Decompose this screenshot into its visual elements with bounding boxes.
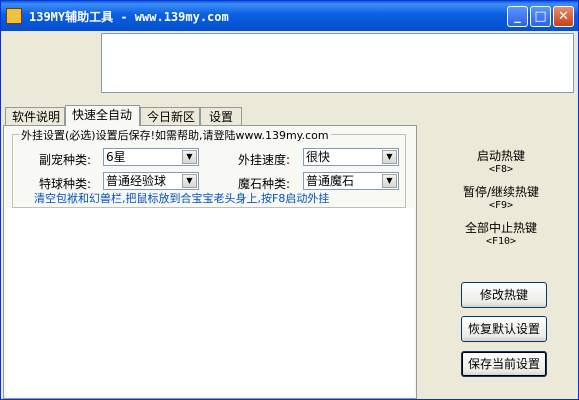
restore-defaults-button[interactable]: 恢复默认设置 — [461, 316, 547, 342]
chevron-down-icon[interactable]: ▼ — [382, 150, 397, 164]
pause-hotkey-label: 暂停/继续热键 — [462, 185, 540, 199]
start-hotkey-info: 启动热键 <F8> — [441, 149, 561, 177]
ball-type-value: 普通经验球 — [106, 174, 167, 188]
pause-hotkey-info: 暂停/继续热键 <F9> — [441, 185, 561, 213]
maximize-icon: □ — [534, 9, 547, 24]
modify-hotkey-button[interactable]: 修改热键 — [461, 282, 547, 308]
app-icon — [6, 8, 22, 24]
title-bar[interactable]: 139MY辅助工具 - www.139my.com _ □ ✕ — [1, 1, 578, 31]
stop-hotkey-info: 全部中止热键 <F10> — [441, 221, 561, 249]
stop-hotkey-key: <F10> — [485, 236, 517, 247]
instruction-hint: 清空包袱和幻兽栏,把鼠标放到合宝宝老头身上,按F8启动外挂 — [34, 192, 330, 205]
speed-select[interactable]: 很快 ▼ — [303, 148, 399, 166]
stone-type-select[interactable]: 普通魔石 ▼ — [303, 172, 399, 190]
pause-hotkey-key: <F9> — [488, 200, 514, 211]
pet-type-value: 6星 — [106, 150, 126, 164]
settings-group-legend: 外挂设置(必选)设置后保存!如需帮助,请登陆www.139my.com — [19, 127, 331, 143]
maximize-button[interactable]: □ — [530, 6, 551, 27]
minimize-button[interactable]: _ — [507, 6, 528, 27]
log-area[interactable] — [6, 208, 414, 396]
start-hotkey-label: 启动热键 — [476, 149, 525, 163]
chevron-down-icon[interactable]: ▼ — [182, 174, 197, 188]
pet-type-select[interactable]: 6星 ▼ — [103, 148, 199, 166]
tab-software-info[interactable]: 软件说明 — [5, 107, 65, 125]
tab-new-servers[interactable]: 今日新区 — [140, 107, 200, 125]
stop-hotkey-label: 全部中止热键 — [464, 221, 537, 235]
speed-label: 外挂速度: — [238, 153, 291, 167]
stone-type-value: 普通魔石 — [306, 174, 355, 188]
client-area: 软件说明 快速全自动 今日新区 设置 外挂设置(必选)设置后保存!如需帮助,请登… — [3, 31, 576, 399]
window-title: 139MY辅助工具 - www.139my.com — [29, 10, 229, 24]
speed-value: 很快 — [306, 150, 331, 164]
close-icon: ✕ — [558, 9, 569, 24]
save-settings-button[interactable]: 保存当前设置 — [461, 351, 547, 377]
pet-type-label: 副宠种类: — [39, 153, 92, 167]
chevron-down-icon[interactable]: ▼ — [182, 150, 197, 164]
tab-pane-quick-auto: 外挂设置(必选)设置后保存!如需帮助,请登陆www.139my.com 副宠种类… — [3, 125, 417, 399]
info-textbox[interactable] — [101, 33, 574, 93]
app-window: 139MY辅助工具 - www.139my.com _ □ ✕ 软件说明 快速全… — [0, 0, 579, 400]
close-button[interactable]: ✕ — [553, 6, 574, 27]
chevron-down-icon[interactable]: ▼ — [382, 174, 397, 188]
tab-quick-auto[interactable]: 快速全自动 — [65, 105, 140, 126]
minimize-icon: _ — [514, 9, 521, 24]
start-hotkey-key: <F8> — [488, 164, 514, 175]
tab-settings[interactable]: 设置 — [200, 107, 242, 125]
ball-type-select[interactable]: 普通经验球 ▼ — [103, 172, 199, 190]
